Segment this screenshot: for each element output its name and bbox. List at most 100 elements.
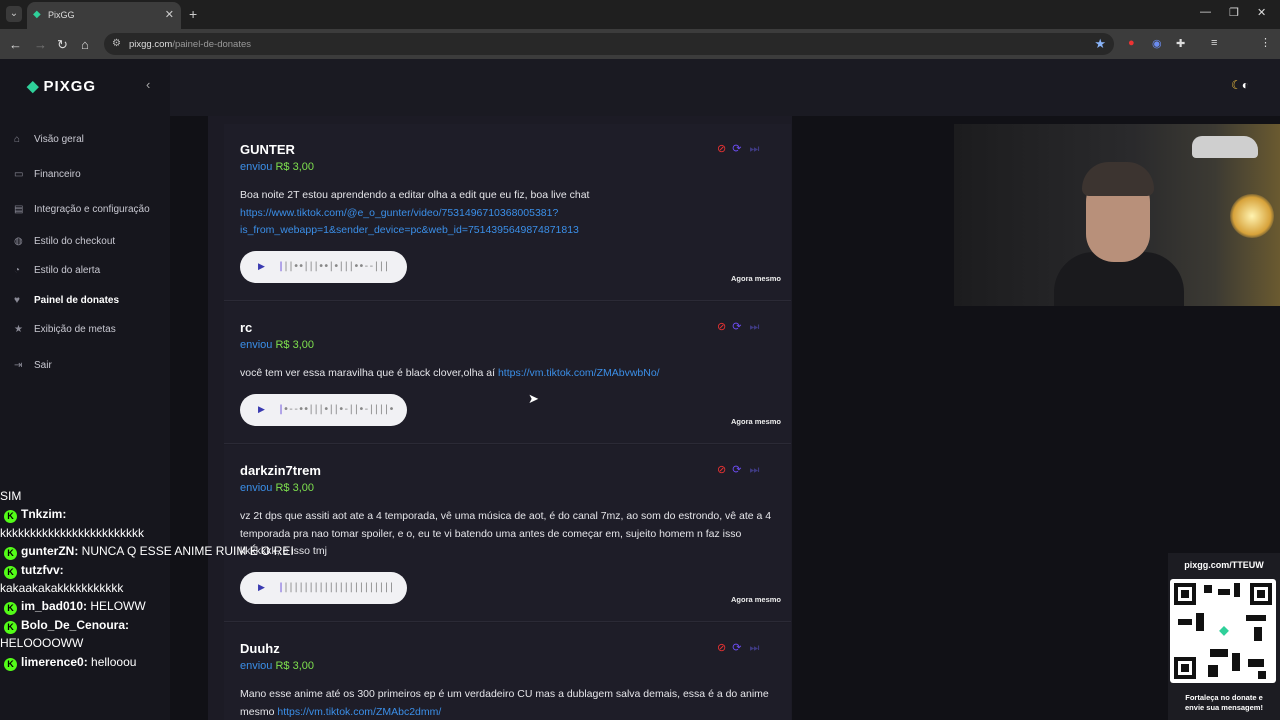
bookmark-star-icon[interactable]: ★ <box>1094 36 1106 52</box>
browser-toolbar: ← → ↻ ⌂ ⚙ pixgg.com/painel-de-donates ★ … <box>0 29 1280 79</box>
donate-link[interactable]: https://vm.tiktok.com/ZMAbvwbNo/ <box>498 367 660 379</box>
url-text: pixgg.com/painel-de-donates <box>129 39 252 50</box>
donate-link[interactable]: https://www.tiktok.com/@e_o_gunter/video… <box>240 207 579 237</box>
extension-icon[interactable]: ◉ <box>1152 37 1162 50</box>
extension-icon[interactable]: ● <box>1128 37 1135 49</box>
play-icon[interactable]: ▶ <box>258 582 265 593</box>
waveform: ||||||||||||||||||||||| <box>278 582 394 593</box>
pixgg-logo-icon: ◆ <box>27 78 40 95</box>
address-bar[interactable]: ⚙ pixgg.com/painel-de-donates ★ <box>104 33 1114 55</box>
star-icon: ★ <box>14 324 23 335</box>
donate-message: Boa noite 2T estou aprendendo a editar o… <box>240 189 590 237</box>
restore-icon[interactable]: ❐ <box>1229 6 1239 19</box>
donate-card: darkzin7trem enviou R$ 3,00 ⊘ ⟳ ⏭ vz 2t dp… <box>224 445 791 622</box>
chat-message-text: HELOOOOWW <box>0 636 84 651</box>
donate-message: Mano esse anime até os 300 primeiros ep … <box>240 688 769 718</box>
collapse-sidebar-icon[interactable]: ‹ <box>146 77 150 92</box>
window-close-icon[interactable]: ✕ <box>1257 6 1266 19</box>
sidebar-item-painel-donates[interactable]: ♥ Painel de donates <box>14 295 119 306</box>
media-icon[interactable]: ≡ <box>1211 37 1217 49</box>
sidebar-item-visao-geral[interactable]: ⌂ Visão geral <box>14 134 84 145</box>
donate-actions: ⊘ ⟳ ⏭ <box>717 463 759 477</box>
donate-message: você tem ver essa maravilha que é black … <box>240 367 660 379</box>
donate-link[interactable]: https://vm.tiktok.com/ZMAbc2dmm/ <box>277 706 441 718</box>
theme-toggle[interactable]: ☾◐ <box>1231 78 1249 92</box>
sidebar-item-sair[interactable]: ⇥ Sair <box>14 360 52 371</box>
chat-message: KgunterZN: NUNCA Q ESSE ANIME RUIM É O R… <box>0 542 294 561</box>
sidebar-item-estilo-checkout[interactable]: ◍ Estilo do checkout <box>14 236 115 247</box>
forward-icon[interactable]: → <box>34 37 47 52</box>
chat-message-text: kkkkkkkkkkkkkkkkkkkkkkkk <box>0 525 144 540</box>
waveform: |||••|||••|•|||••--||| <box>278 261 389 272</box>
qr-cell <box>1196 613 1204 631</box>
tab-title: PixGG <box>48 10 75 20</box>
alert-icon: ◔ <box>14 265 21 276</box>
skip-icon[interactable]: ⏭ <box>749 143 759 155</box>
new-tab-icon[interactable]: + <box>189 6 197 22</box>
sidebar-item-exibicao-metas[interactable]: ★ Exibição de metas <box>14 324 116 335</box>
qr-caption: Fortaleça no donate e envie sua mensagem! <box>1185 693 1263 712</box>
tab-search-icon[interactable]: ⌄ <box>6 6 22 22</box>
donate-actions: ⊘ ⟳ ⏭ <box>717 142 759 156</box>
replay-icon[interactable]: ⟳ <box>732 143 741 155</box>
donate-time: Agora mesmo <box>731 595 782 604</box>
play-icon[interactable]: ▶ <box>258 404 265 415</box>
audio-player[interactable]: ▶ |•--••|||•||•-||•-||||• <box>240 394 407 426</box>
donor-name: GUNTER <box>240 142 295 157</box>
pixgg-logo[interactable]: ◆ PIXGG <box>27 77 96 95</box>
qr-cell <box>1254 627 1262 641</box>
donate-message: vz 2t dps que assiti aot ate a 4 tempora… <box>240 510 772 557</box>
toy-car <box>1192 136 1258 158</box>
config-icon: ▤ <box>14 204 24 215</box>
qr-cell <box>1234 583 1240 597</box>
kick-badge-icon: K <box>4 657 17 671</box>
block-icon[interactable]: ⊘ <box>717 464 726 476</box>
sidebar-item-estilo-alerta[interactable]: ◔ Estilo do alerta <box>14 265 100 276</box>
donate-amount: enviou R$ 3,00 <box>240 660 315 672</box>
logout-icon: ⇥ <box>14 360 23 371</box>
block-icon[interactable]: ⊘ <box>717 143 726 155</box>
donate-time: Agora mesmo <box>731 417 782 426</box>
donor-name: darkzin7trem <box>240 463 321 478</box>
skip-icon[interactable]: ⏭ <box>749 464 759 476</box>
pixgg-logo-icon: ◆ <box>1219 623 1229 637</box>
audio-player[interactable]: ▶ |||••|||••|•|||••--||| <box>240 251 407 283</box>
qr-cell <box>1178 619 1192 625</box>
donate-amount: enviou R$ 3,00 <box>240 482 315 494</box>
chat-message: SIM <box>0 489 22 503</box>
audio-player[interactable]: ▶ ||||||||||||||||||||||| <box>240 572 407 604</box>
browser-tabbar: ⌄ ◆ PixGG ✕ + — ❐ ✕ <box>0 0 1280 29</box>
back-icon[interactable]: ← <box>9 37 22 52</box>
menu-kebab-icon[interactable]: ⋮ <box>1260 36 1271 49</box>
sidebar-item-financeiro[interactable]: ▭ Financeiro <box>14 169 81 180</box>
qr-cell <box>1210 649 1228 657</box>
tab-close-icon[interactable]: ✕ <box>165 8 174 21</box>
donate-amount: enviou R$ 3,00 <box>240 339 315 351</box>
qr-finder <box>1174 657 1196 679</box>
home-icon: ⌂ <box>14 134 21 145</box>
reload-icon[interactable]: ↻ <box>57 37 68 53</box>
qr-code: ◆ <box>1170 579 1276 683</box>
skip-icon[interactable]: ⏭ <box>749 642 759 654</box>
kick-badge-icon: K <box>4 547 17 561</box>
extensions-puzzle-icon[interactable]: ✚ <box>1176 37 1185 50</box>
block-icon[interactable]: ⊘ <box>717 642 726 654</box>
minimize-icon[interactable]: — <box>1200 6 1211 18</box>
kick-badge-icon: K <box>4 565 17 579</box>
kick-badge-icon: K <box>4 510 17 524</box>
qr-cell <box>1246 615 1266 621</box>
browser-tab[interactable]: ◆ PixGG ✕ <box>27 2 181 29</box>
qr-url: pixgg.com/TTEUW <box>1184 560 1264 570</box>
replay-icon[interactable]: ⟳ <box>732 642 741 654</box>
replay-icon[interactable]: ⟳ <box>732 321 741 333</box>
qr-finder <box>1174 583 1196 605</box>
home-icon[interactable]: ⌂ <box>81 37 89 52</box>
sidebar-item-integracao[interactable]: ▤ Integração e configuração <box>14 204 150 215</box>
mouse-cursor-icon: ➤ <box>528 391 539 406</box>
block-icon[interactable]: ⊘ <box>717 321 726 333</box>
site-info-icon[interactable]: ⚙ <box>112 38 121 49</box>
skip-icon[interactable]: ⏭ <box>749 321 759 333</box>
replay-icon[interactable]: ⟳ <box>732 464 741 476</box>
play-icon[interactable]: ▶ <box>258 261 265 272</box>
chat-message: Klimerence0: hellooou <box>0 653 180 671</box>
